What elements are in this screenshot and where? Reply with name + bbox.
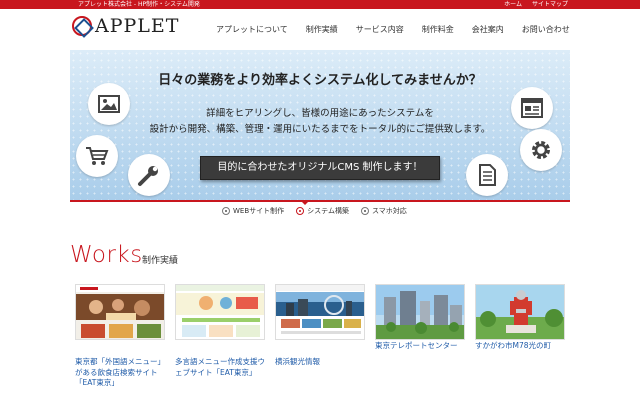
nav-contact[interactable]: お問い合わせ [522, 24, 570, 35]
tab-label: システム構築 [307, 207, 349, 215]
work-caption: 横浜観光情報 [275, 357, 320, 366]
site-tagline: アプレット株式会社 - HP制作・システム開発 [78, 1, 200, 8]
main-nav: アプレットについて 制作実績 サービス内容 制作料金 会社案内 お問い合わせ [216, 24, 588, 35]
radio-dot-icon [360, 207, 369, 215]
wrench-icon [128, 154, 170, 196]
work-thumbnail [175, 284, 265, 340]
work-caption: 東京テレポートセンター [375, 341, 458, 350]
logo-text: APPLET [95, 15, 180, 37]
top-bar: アプレット株式会社 - HP制作・システム開発 ホーム サイトマップ [0, 0, 640, 9]
top-links: ホーム サイトマップ [504, 0, 568, 9]
work-caption: 東京都「外国語メニュー」 がある飲食店検索サイト 「EAT東京」 [75, 357, 165, 387]
radio-dot-icon [296, 207, 305, 215]
tab-web-site[interactable]: WEBサイト制作 [222, 206, 284, 216]
tab-label: スマホ対応 [371, 207, 407, 215]
hero-banner: 日々の業務をより効率よくシステム化してみませんか？ 詳細をヒアリングし、皆様の用… [70, 50, 570, 200]
active-slide-marker [300, 200, 310, 205]
hero-description: 詳細をヒアリングし、皆様の用途にあったシステムを 設計から開発、構築、管理・運用… [70, 106, 570, 138]
work-card-tokyo-teleport[interactable]: 東京テレポートセンター [375, 284, 465, 352]
logo-mark-icon [72, 16, 92, 36]
work-card-sukagawa-m78[interactable]: すかがわ市M78光の町 [475, 284, 565, 352]
work-thumbnail [475, 284, 565, 340]
works-heading: Works [70, 242, 143, 268]
work-card-eat-tokyo-search[interactable]: 東京都「外国語メニュー」 がある飲食店検索サイト 「EAT東京」 [75, 284, 165, 389]
work-caption: 多言語メニュー作成支援ウ ェブサイト「EAT東京」 [175, 357, 265, 377]
work-thumbnail [275, 284, 365, 340]
tab-smartphone[interactable]: スマホ対応 [360, 206, 407, 216]
work-caption: すかがわ市M78光の町 [475, 341, 552, 350]
cart-icon [76, 135, 118, 177]
home-link[interactable]: ホーム [504, 0, 522, 9]
site-logo[interactable]: APPLET [72, 13, 179, 39]
work-card-eat-tokyo-menu[interactable]: 多言語メニュー作成支援ウ ェブサイト「EAT東京」 [175, 284, 265, 378]
radio-dot-icon [222, 207, 230, 215]
cms-cta-button[interactable]: 目的に合わせたオリジナルCMS 制作します！ [200, 156, 440, 180]
hero-line: 詳細をヒアリングし、皆様の用途にあったシステムを [206, 108, 434, 119]
hero-title: 日々の業務をより効率よくシステム化してみませんか？ [158, 73, 482, 88]
nav-about[interactable]: アプレットについて [216, 24, 288, 35]
nav-services[interactable]: サービス内容 [356, 24, 404, 35]
hero-line: 設計から開発、構築、管理・運用にいたるまでをトータル的にご提供致します。 [149, 124, 491, 135]
work-thumbnail [75, 284, 165, 340]
nav-company[interactable]: 会社案内 [472, 24, 504, 35]
nav-pricing[interactable]: 制作料金 [422, 24, 454, 35]
work-card-yokohama-tourism[interactable]: 横浜観光情報 [275, 284, 365, 368]
tab-system[interactable]: システム構築 [296, 206, 349, 216]
tab-label: WEBサイト制作 [233, 207, 285, 215]
works-subheading: 制作実績 [142, 256, 179, 266]
sitemap-link[interactable]: サイトマップ [532, 0, 568, 9]
nav-works[interactable]: 制作実績 [306, 24, 338, 35]
document-icon [466, 154, 508, 196]
slider-tabs: WEBサイト制作 システム構築 スマホ対応 [222, 206, 407, 216]
slider-divider [70, 200, 570, 202]
work-thumbnail [375, 284, 465, 340]
